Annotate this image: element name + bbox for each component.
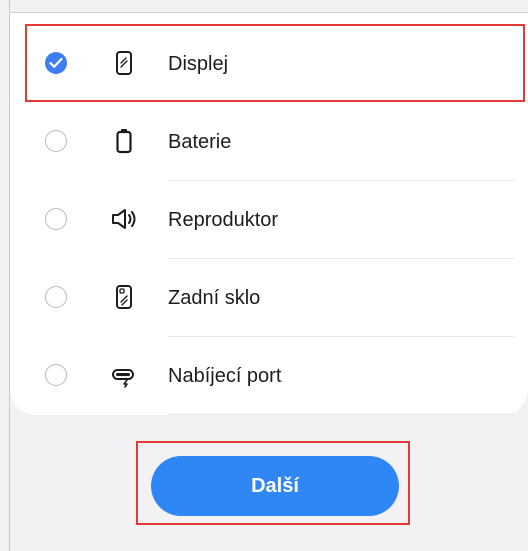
option-speaker[interactable]: Reproduktor xyxy=(10,181,528,259)
radio-unchecked-icon[interactable] xyxy=(45,208,67,230)
repair-options-list: Displej Baterie Reproduktor Zadní sklo N… xyxy=(10,13,528,415)
option-label: Nabíjecí port xyxy=(168,365,282,387)
radio-unchecked-icon[interactable] xyxy=(45,130,67,152)
speaker-icon xyxy=(112,209,136,229)
phone-display-icon xyxy=(116,51,132,75)
option-charging-port[interactable]: Nabíjecí port xyxy=(10,337,528,415)
radio-unchecked-icon[interactable] xyxy=(45,364,67,386)
option-battery[interactable]: Baterie xyxy=(10,103,528,181)
radio-unchecked-icon[interactable] xyxy=(45,286,67,308)
option-back-glass[interactable]: Zadní sklo xyxy=(10,259,528,337)
option-label: Zadní sklo xyxy=(168,287,261,309)
option-label: Reproduktor xyxy=(168,209,279,231)
charging-port-icon xyxy=(112,369,134,388)
battery-icon xyxy=(116,129,132,154)
divider xyxy=(168,414,514,415)
phone-back-glass-icon xyxy=(116,285,132,309)
next-button[interactable]: Další xyxy=(151,456,399,516)
option-label: Baterie xyxy=(168,131,232,153)
option-display[interactable]: Displej xyxy=(10,25,528,103)
radio-checked-icon[interactable] xyxy=(45,52,67,74)
option-label: Displej xyxy=(168,53,229,75)
